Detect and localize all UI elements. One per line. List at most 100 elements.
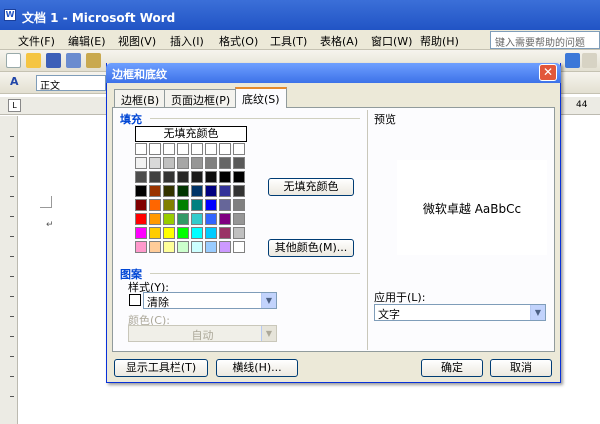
color-swatch[interactable] [233, 241, 245, 253]
color-swatch[interactable] [205, 143, 217, 155]
color-swatch[interactable] [135, 171, 147, 183]
close-icon[interactable]: ✕ [539, 64, 557, 81]
color-swatch[interactable] [219, 171, 231, 183]
color-swatch[interactable] [135, 199, 147, 211]
tab-shading[interactable]: 底纹(S) [235, 87, 287, 108]
toolbar-options-icon[interactable] [582, 53, 597, 68]
color-swatch[interactable] [205, 213, 217, 225]
color-swatch[interactable] [177, 227, 189, 239]
color-swatch[interactable] [149, 213, 161, 225]
color-swatch[interactable] [163, 213, 175, 225]
vertical-ruler[interactable] [0, 116, 18, 424]
color-swatch[interactable] [163, 227, 175, 239]
color-swatch[interactable] [163, 185, 175, 197]
color-swatch[interactable] [219, 241, 231, 253]
color-swatch[interactable] [191, 213, 203, 225]
color-swatch[interactable] [191, 157, 203, 169]
color-swatch[interactable] [191, 171, 203, 183]
no-fill-color-button[interactable]: 无填充颜色 [268, 178, 354, 196]
chevron-down-icon[interactable]: ▼ [530, 305, 545, 320]
color-swatch[interactable] [177, 157, 189, 169]
open-folder-icon[interactable] [26, 53, 41, 68]
color-swatch[interactable] [205, 199, 217, 211]
color-swatch[interactable] [177, 185, 189, 197]
color-swatch[interactable] [163, 157, 175, 169]
color-swatch[interactable] [219, 185, 231, 197]
color-swatch[interactable] [219, 143, 231, 155]
color-swatch[interactable] [205, 157, 217, 169]
menu-format[interactable]: 格式(O) [219, 33, 258, 49]
chevron-down-icon[interactable]: ▼ [261, 293, 276, 308]
style-select[interactable]: 正文 [36, 75, 106, 92]
color-swatch[interactable] [191, 143, 203, 155]
color-swatch[interactable] [233, 199, 245, 211]
color-swatch[interactable] [219, 213, 231, 225]
color-swatch[interactable] [233, 185, 245, 197]
color-swatch[interactable] [205, 241, 217, 253]
more-colors-button[interactable]: 其他颜色(M)... [268, 239, 354, 257]
menu-insert[interactable]: 插入(I) [170, 33, 204, 49]
color-swatch[interactable] [177, 213, 189, 225]
color-swatch[interactable] [233, 171, 245, 183]
color-palette[interactable] [135, 143, 247, 255]
ok-button[interactable]: 确定 [421, 359, 483, 377]
menu-table[interactable]: 表格(A) [320, 33, 358, 49]
color-swatch[interactable] [191, 241, 203, 253]
color-swatch[interactable] [233, 227, 245, 239]
apply-to-select[interactable]: 文字 ▼ [374, 304, 546, 321]
help-icon[interactable] [565, 53, 580, 68]
color-swatch[interactable] [191, 185, 203, 197]
color-swatch[interactable] [163, 199, 175, 211]
color-swatch[interactable] [205, 227, 217, 239]
horizontal-line-button[interactable]: 横线(H)... [216, 359, 298, 377]
tab-selector-icon[interactable]: L [8, 99, 21, 112]
color-swatch[interactable] [205, 185, 217, 197]
help-search-input[interactable]: 键入需要帮助的问题 [490, 31, 600, 49]
show-toolbar-button[interactable]: 显示工具栏(T) [114, 359, 208, 377]
color-swatch[interactable] [191, 227, 203, 239]
color-swatch[interactable] [135, 213, 147, 225]
tab-borders[interactable]: 边框(B) [114, 89, 167, 107]
menu-view[interactable]: 视图(V) [118, 33, 156, 49]
color-swatch[interactable] [233, 157, 245, 169]
color-swatch[interactable] [149, 199, 161, 211]
color-swatch[interactable] [135, 157, 147, 169]
color-swatch[interactable] [177, 199, 189, 211]
color-swatch[interactable] [233, 213, 245, 225]
email-icon[interactable] [86, 53, 101, 68]
color-swatch[interactable] [163, 171, 175, 183]
color-swatch[interactable] [219, 227, 231, 239]
menu-help[interactable]: 帮助(H) [420, 33, 459, 49]
permission-icon[interactable] [66, 53, 81, 68]
color-swatch[interactable] [149, 157, 161, 169]
new-document-icon[interactable] [6, 53, 21, 68]
color-swatch[interactable] [135, 241, 147, 253]
color-swatch[interactable] [149, 171, 161, 183]
menu-tools[interactable]: 工具(T) [270, 33, 307, 49]
styles-pane-icon[interactable]: A [10, 75, 25, 90]
color-swatch[interactable] [233, 143, 245, 155]
menu-file[interactable]: 文件(F) [18, 33, 55, 49]
color-swatch[interactable] [205, 171, 217, 183]
color-swatch[interactable] [177, 241, 189, 253]
color-swatch[interactable] [149, 227, 161, 239]
save-icon[interactable] [46, 53, 61, 68]
menu-edit[interactable]: 编辑(E) [68, 33, 106, 49]
color-swatch[interactable] [177, 143, 189, 155]
color-swatch[interactable] [163, 143, 175, 155]
color-swatch[interactable] [135, 185, 147, 197]
no-fill-color-cell[interactable]: 无填充颜色 [135, 126, 247, 142]
menu-window[interactable]: 窗口(W) [371, 33, 412, 49]
color-swatch[interactable] [149, 241, 161, 253]
color-swatch[interactable] [191, 199, 203, 211]
color-swatch[interactable] [163, 241, 175, 253]
color-swatch[interactable] [135, 143, 147, 155]
pattern-style-select[interactable]: 清除 ▼ [143, 292, 277, 309]
tab-page-border[interactable]: 页面边框(P) [164, 89, 238, 107]
color-swatch[interactable] [219, 157, 231, 169]
color-swatch[interactable] [149, 143, 161, 155]
color-swatch[interactable] [135, 227, 147, 239]
color-swatch[interactable] [219, 199, 231, 211]
color-swatch[interactable] [177, 171, 189, 183]
color-swatch[interactable] [149, 185, 161, 197]
